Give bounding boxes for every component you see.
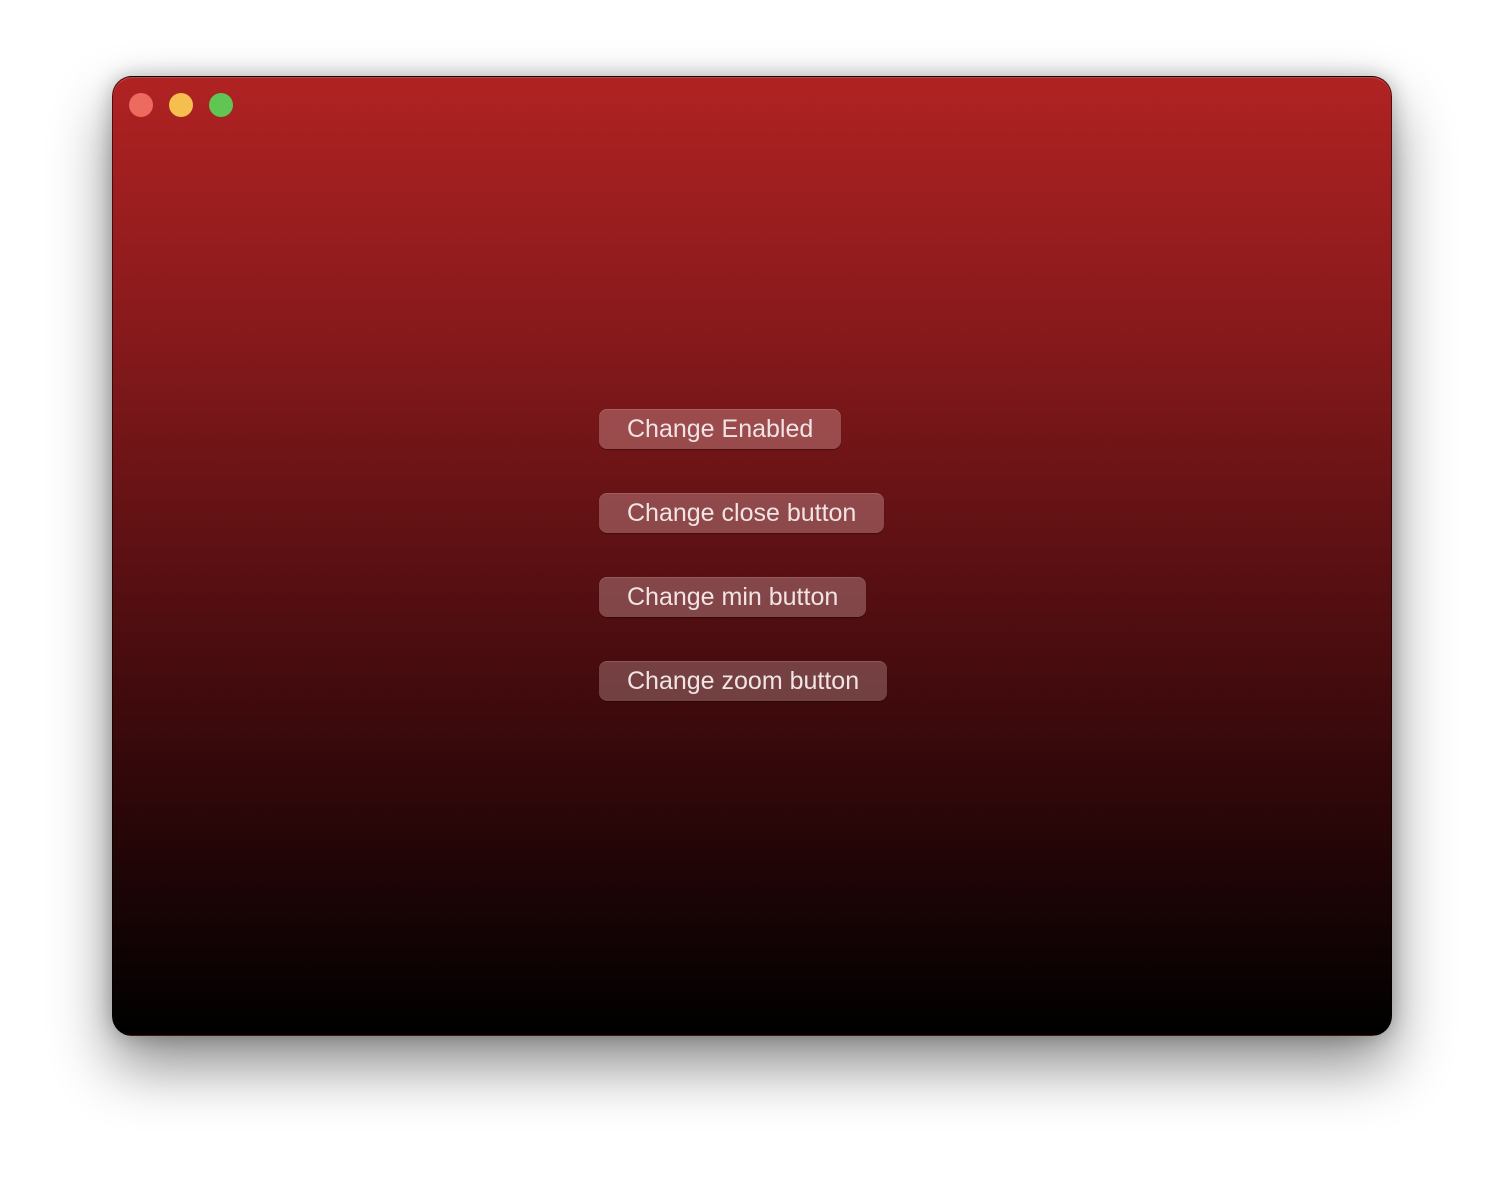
change-close-button-button[interactable]: Change close button [599,493,885,533]
change-enabled-button[interactable]: Change Enabled [599,409,842,449]
minimize-window-button[interactable] [169,93,193,117]
change-min-button-button[interactable]: Change min button [599,577,867,617]
app-window: Change Enabled Change close button Chang… [112,76,1392,1036]
change-zoom-button-button[interactable]: Change zoom button [599,661,888,701]
traffic-lights [129,93,233,117]
zoom-window-button[interactable] [209,93,233,117]
close-window-button[interactable] [129,93,153,117]
